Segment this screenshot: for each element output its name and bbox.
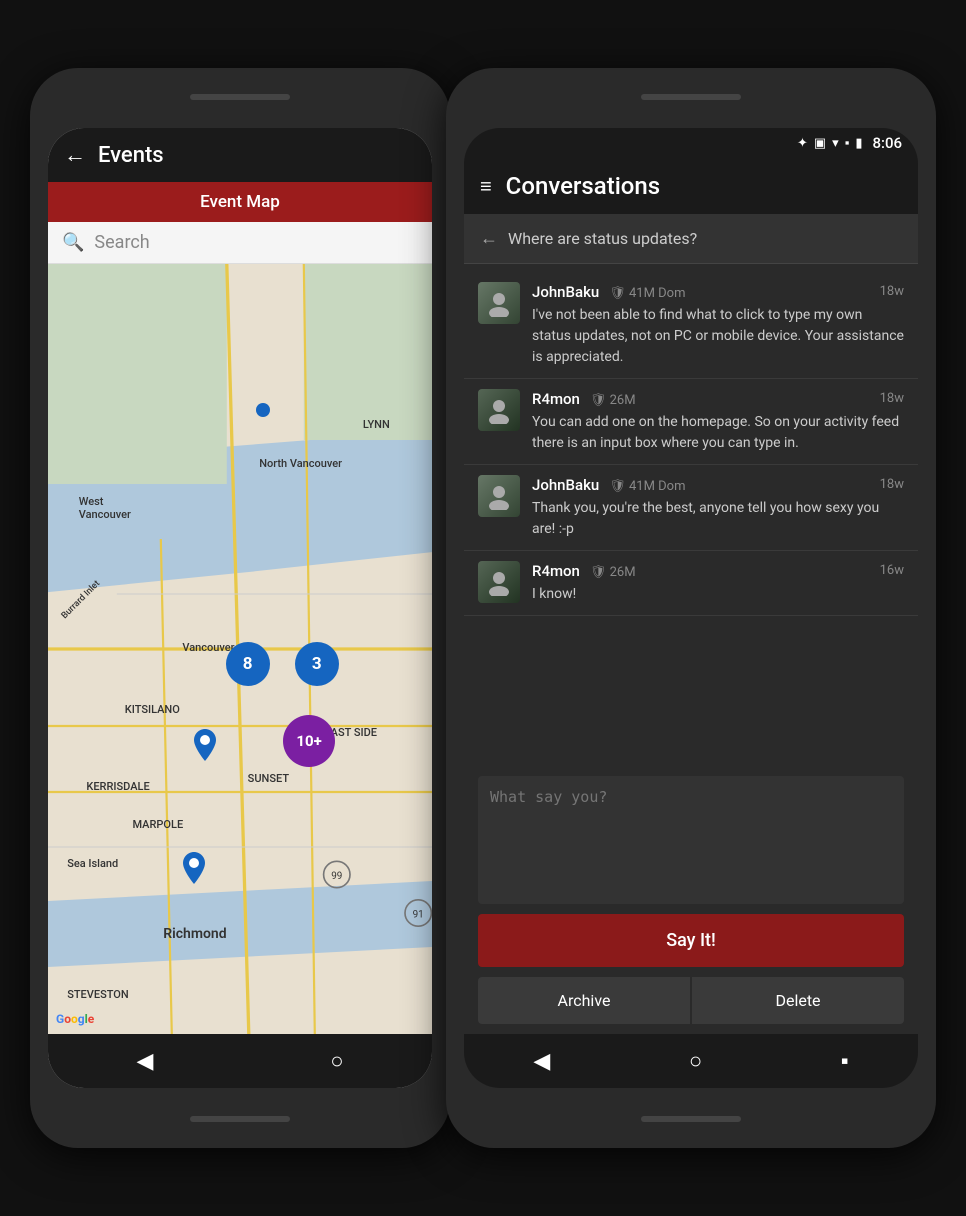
msg-text-3: Thank you, you're the best, anyone tell … [532, 498, 904, 540]
msg-meta-2: 🛡 26M [590, 393, 636, 408]
label-kerrisdale: KERRISDALE [86, 780, 149, 793]
msg-time-2: 18w [880, 391, 904, 406]
msg-time-3: 18w [880, 477, 904, 492]
pin-small-north [256, 403, 270, 417]
delete-button[interactable]: Delete [692, 977, 904, 1024]
conversations-screen: ✦ ▣ ▾ ▪ ▮ 8:06 ≡ Conversations ← Where a… [464, 128, 918, 1088]
message-header-3: JohnBaku 🛡 41M Dom 18w [532, 475, 904, 494]
message-content-1: JohnBaku 🛡 41M Dom 18w I've not been abl… [532, 282, 904, 368]
phone-left: ← Events Event Map 🔍 Search [30, 68, 450, 1148]
phone-screen-left: ← Events Event Map 🔍 Search [48, 128, 432, 1088]
cluster-3[interactable]: 3 [295, 642, 339, 686]
where-arrow[interactable]: ← [480, 228, 498, 249]
label-sea-island: Sea Island [67, 857, 118, 870]
scene: ← Events Event Map 🔍 Search [0, 0, 966, 1216]
search-bar: 🔍 Search [48, 222, 432, 264]
conversations-title: Conversations [506, 172, 660, 200]
bluetooth-icon: ✦ [797, 136, 808, 151]
message-item-4: R4mon 🛡 26M 16w I know! [464, 551, 918, 616]
msg-name-1: JohnBaku [532, 283, 599, 301]
bottom-bar-left [190, 1116, 290, 1122]
marker-richmond [183, 852, 205, 888]
svg-text:91: 91 [413, 909, 424, 920]
msg-meta-3: 🛡 41M Dom [609, 479, 685, 494]
signal-icon: ▪ [845, 135, 850, 151]
msg-meta-4: 🛡 26M [590, 565, 636, 580]
bottom-bar-right [641, 1116, 741, 1122]
label-steveston: STEVESTON [67, 988, 129, 1001]
events-title: Events [98, 143, 164, 168]
map-container[interactable]: 1A 99 91 WestVancouver North Vancouver L… [48, 264, 432, 1034]
action-row: Archive Delete [478, 977, 904, 1024]
label-kitsilano: KITSILANO [125, 703, 180, 716]
svg-text:99: 99 [331, 871, 342, 882]
message-content-4: R4mon 🛡 26M 16w I know! [532, 561, 904, 605]
message-item-3: JohnBaku 🛡 41M Dom 18w Thank you, you're… [464, 465, 918, 551]
events-screen: ← Events Event Map 🔍 Search [48, 128, 432, 1088]
battery-icon: ▮ [855, 136, 862, 151]
search-placeholder[interactable]: Search [94, 232, 149, 253]
msg-text-2: You can add one on the homepage. So on y… [532, 412, 904, 454]
message-header-2: R4mon 🛡 26M 18w [532, 389, 904, 408]
avatar-r4mon-1 [478, 389, 520, 431]
nav-back-right[interactable]: ◀ [533, 1049, 550, 1074]
vibrate-icon: ▣ [814, 136, 826, 151]
reply-input[interactable] [490, 788, 892, 888]
reply-area[interactable] [478, 776, 904, 904]
nav-bar-right: ◀ ○ ▪ [464, 1034, 918, 1088]
speaker-bar-left [190, 94, 290, 100]
msg-name-3: JohnBaku [532, 476, 599, 494]
archive-button[interactable]: Archive [478, 977, 690, 1024]
msg-time-1: 18w [880, 284, 904, 299]
search-icon: 🔍 [62, 232, 84, 253]
google-logo: Google [56, 1012, 94, 1026]
phone-screen-right: ✦ ▣ ▾ ▪ ▮ 8:06 ≡ Conversations ← Where a… [464, 128, 918, 1088]
msg-text-4: I know! [532, 584, 904, 605]
avatar-johnbaku-1 [478, 282, 520, 324]
cluster-10plus[interactable]: 10+ [283, 715, 335, 767]
cluster-8[interactable]: 8 [226, 642, 270, 686]
conversations-header: ≡ Conversations [464, 158, 918, 214]
message-item: JohnBaku 🛡 41M Dom 18w I've not been abl… [464, 272, 918, 379]
message-header-1: JohnBaku 🛡 41M Dom 18w [532, 282, 904, 301]
msg-text-1: I've not been able to find what to click… [532, 305, 904, 368]
message-item-2: R4mon 🛡 26M 18w You can add one on the h… [464, 379, 918, 465]
avatar-johnbaku-2 [478, 475, 520, 517]
menu-icon[interactable]: ≡ [480, 174, 492, 199]
speaker-bar-right [641, 94, 741, 100]
label-sunset: SUNSET [248, 772, 289, 785]
where-text: Where are status updates? [508, 229, 697, 248]
nav-bar-left: ◀ ○ [48, 1034, 432, 1088]
messages-area: JohnBaku 🛡 41M Dom 18w I've not been abl… [464, 264, 918, 766]
back-button[interactable]: ← [64, 142, 86, 168]
label-richmond: Richmond [163, 926, 226, 942]
where-bar: ← Where are status updates? [464, 214, 918, 264]
avatar-r4mon-2 [478, 561, 520, 603]
label-west-van: WestVancouver [79, 495, 131, 521]
label-marpole: MARPOLE [132, 818, 183, 831]
message-header-4: R4mon 🛡 26M 16w [532, 561, 904, 580]
label-vancouver: Vancouver [182, 641, 234, 654]
label-lynn: LYNN [363, 418, 390, 431]
phone-right: ✦ ▣ ▾ ▪ ▮ 8:06 ≡ Conversations ← Where a… [446, 68, 936, 1148]
events-header: ← Events [48, 128, 432, 182]
label-north-van: North Vancouver [259, 457, 342, 470]
nav-home-left[interactable]: ○ [330, 1048, 343, 1074]
message-content-3: JohnBaku 🛡 41M Dom 18w Thank you, you're… [532, 475, 904, 540]
msg-meta-1: 🛡 41M Dom [609, 286, 685, 301]
status-bar: ✦ ▣ ▾ ▪ ▮ 8:06 [464, 128, 918, 158]
nav-home-right[interactable]: ○ [689, 1048, 702, 1074]
message-content-2: R4mon 🛡 26M 18w You can add one on the h… [532, 389, 904, 454]
nav-square-right[interactable]: ▪ [841, 1048, 849, 1074]
wifi-icon: ▾ [832, 136, 839, 151]
say-it-button[interactable]: Say It! [478, 914, 904, 967]
marker-kerrisdale [194, 729, 216, 765]
nav-back-left[interactable]: ◀ [136, 1049, 153, 1074]
msg-name-2: R4mon [532, 390, 580, 408]
event-map-tab[interactable]: Event Map [48, 182, 432, 222]
msg-time-4: 16w [880, 563, 904, 578]
status-time: 8:06 [872, 134, 902, 152]
msg-name-4: R4mon [532, 562, 580, 580]
